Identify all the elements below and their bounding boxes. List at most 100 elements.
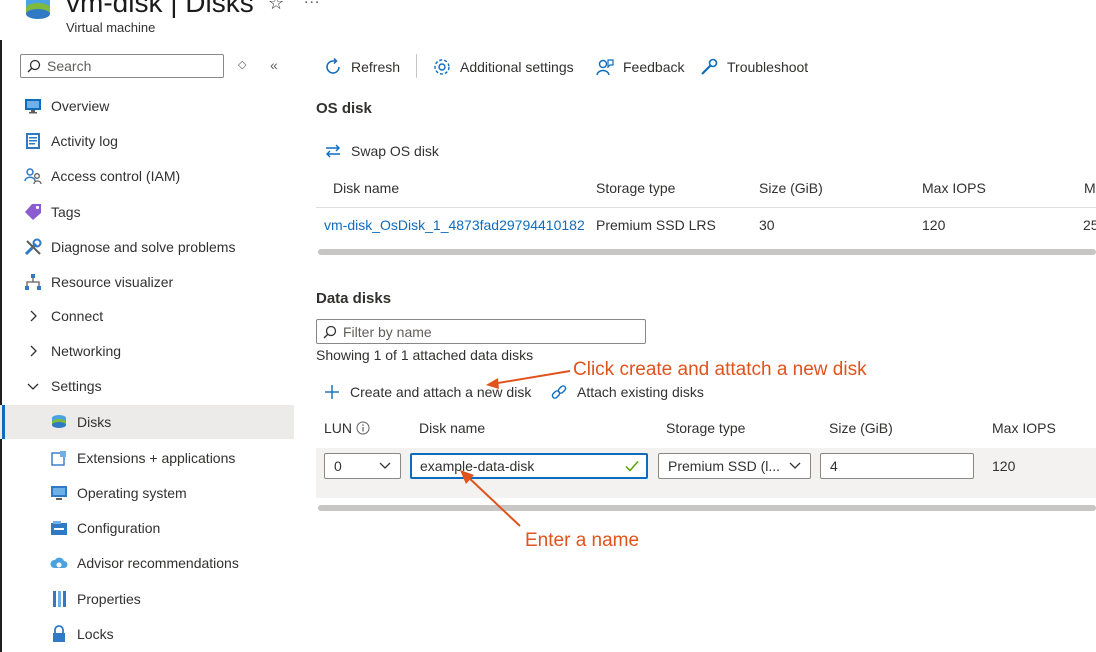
refresh-icon [323,57,343,77]
feedback-button[interactable]: Feedback [595,56,684,78]
chevron-down-icon [378,459,392,476]
sidebar-item-label: Overview [51,98,110,114]
troubleshoot-wrench-icon [699,57,719,77]
troubleshoot-button[interactable]: Troubleshoot [699,56,808,78]
sidebar-item-locks[interactable]: Locks [0,617,294,651]
sidebar-item-configuration[interactable]: Configuration [0,511,294,545]
more-icon[interactable]: ... [304,0,320,8]
data-col-max-iops[interactable]: Max IOPS [992,420,1056,436]
chevron-right-icon [23,306,43,326]
properties-icon [49,589,69,609]
sidebar-item-label: Connect [51,308,104,324]
sidebar-item-label: Tags [51,204,81,220]
sidebar-item-overview[interactable]: Overview [0,89,294,123]
disk-icon [49,412,69,432]
sidebar-item-diagnose[interactable]: Diagnose and solve problems [0,230,294,264]
sidebar-item-resource-visualizer[interactable]: Resource visualizer [0,265,294,299]
sidebar-item-extensions[interactable]: Extensions + applications [0,441,294,475]
data-disk-max-iops: 120 [992,458,1016,474]
check-icon [624,458,640,477]
sidebar-item-label: Access control (IAM) [51,168,181,184]
monitor-icon [23,96,43,116]
sidebar-item-settings[interactable]: Settings [0,369,294,403]
os-col-partial[interactable]: M [1084,180,1096,196]
lock-icon [49,624,69,644]
sidebar-item-label: Settings [51,378,102,394]
data-col-size[interactable]: Size (GiB) [829,420,893,436]
sidebar-search-input[interactable]: Search [20,54,224,78]
swap-os-disk-button[interactable]: Swap OS disk [323,140,439,162]
data-col-lun[interactable]: LUN [324,420,370,436]
chevron-right-icon [23,341,43,361]
size-input[interactable]: 4 [820,453,974,479]
sidebar-item-advisor[interactable]: Advisor recommendations [0,546,294,580]
data-col-storage-type[interactable]: Storage type [666,420,745,436]
filter-by-name-input[interactable]: Filter by name [316,319,646,344]
data-col-disk-name[interactable]: Disk name [419,420,485,436]
tag-icon [23,202,43,222]
sidebar-item-networking[interactable]: Networking [0,334,294,368]
vm-disk-icon [24,0,52,24]
os-header-divider [316,207,1096,208]
os-disk-partial-value: 25 [1083,217,1096,233]
os-icon [49,483,69,503]
sidebar-item-label: Extensions + applications [77,450,236,466]
advisor-icon [49,553,69,573]
sidebar-item-label: Configuration [77,520,161,536]
page-subtitle: Virtual machine [66,20,156,35]
os-disk-max-iops: 120 [922,217,946,233]
chevron-down-icon [23,376,43,396]
hierarchy-icon [23,272,43,292]
lun-value: 0 [334,458,342,474]
star-icon[interactable]: ☆ [268,0,284,14]
sidebar-item-label: Operating system [77,485,187,501]
sidebar-item-disks[interactable]: Disks [0,405,294,439]
refresh-button[interactable]: Refresh [323,56,400,78]
additional-settings-label: Additional settings [460,59,574,75]
storage-type-dropdown[interactable]: Premium SSD (l... [658,453,811,479]
annotation-create-text: Click create and attatch a new disk [573,359,867,380]
sidebar-item-tags[interactable]: Tags [0,195,294,229]
annotation-arrow-name [460,470,521,527]
annotation-arrow-create [486,370,571,389]
sidebar-item-label: Advisor recommendations [77,555,239,571]
data-disks-scrollbar[interactable] [318,505,1096,511]
sidebar-item-label: Activity log [51,133,118,149]
os-col-disk-name[interactable]: Disk name [333,180,399,196]
os-disk-name-link[interactable]: vm-disk_OsDisk_1_4873fad29794410182 [324,217,585,233]
refresh-label: Refresh [351,59,401,75]
toolbar-separator [416,54,417,78]
os-col-storage-type[interactable]: Storage type [596,180,675,196]
os-col-size[interactable]: Size (GiB) [759,180,823,196]
filter-placeholder: Filter by name [343,323,432,340]
sidebar-item-properties[interactable]: Properties [0,582,294,616]
lun-dropdown[interactable]: 0 [324,453,401,479]
feedback-label: Feedback [623,59,685,75]
additional-settings-button[interactable]: Additional settings [432,56,574,78]
sidebar-item-operating-system[interactable]: Operating system [0,476,294,510]
os-disk-scrollbar[interactable] [318,249,1096,255]
sidebar-search-placeholder: Search [47,58,92,74]
sidebar-item-connect[interactable]: Connect [0,299,294,333]
annotation-name-text: Enter a name [525,530,640,551]
configuration-icon [49,518,69,538]
extension-icon [49,448,69,468]
troubleshoot-label: Troubleshoot [727,59,809,75]
page-title: vm-disk | Disks [66,0,254,18]
wrench-icon [23,237,43,257]
info-icon[interactable] [356,421,370,435]
sidebar-item-access-control[interactable]: Access control (IAM) [0,159,294,193]
swap-os-disk-label: Swap OS disk [351,143,439,159]
sort-icon[interactable]: ◇ [238,58,246,71]
os-disk-size: 30 [759,217,775,233]
sidebar-item-label: Networking [51,343,122,359]
os-disk-heading: OS disk [316,100,372,117]
lun-label: LUN [324,420,353,436]
sidebar-item-activity-log[interactable]: Activity log [0,124,294,158]
attach-existing-disks-label: Attach existing disks [577,384,704,400]
size-value: 4 [830,458,838,474]
feedback-icon [595,57,615,77]
os-col-max-iops[interactable]: Max IOPS [922,180,986,196]
collapse-sidebar-icon[interactable]: « [270,57,278,73]
chevron-down-icon [788,459,802,476]
